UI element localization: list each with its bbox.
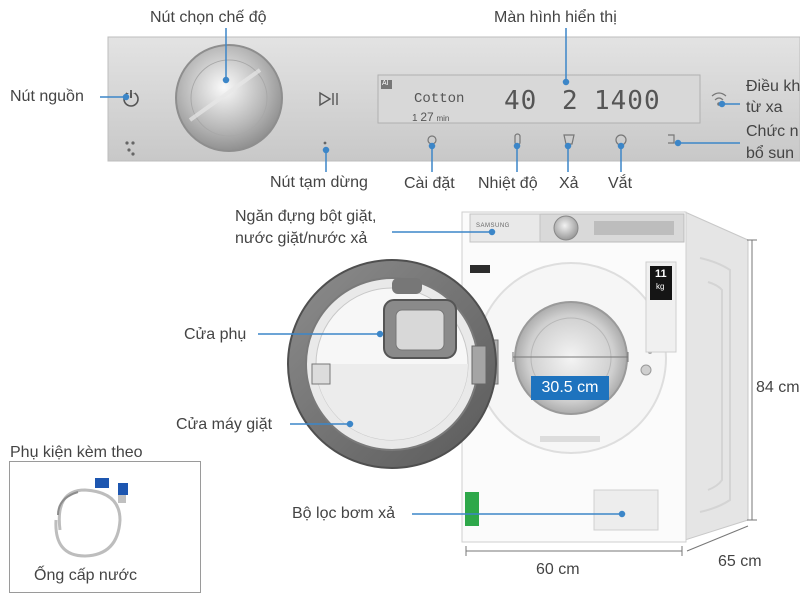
label-remote-line1: Điều khi: [746, 78, 800, 95]
label-rinse: Xả: [559, 175, 579, 192]
display-program: Cotton: [414, 91, 465, 107]
display-temp: 40: [504, 86, 538, 116]
label-pause: Nút tạm dừng: [270, 174, 368, 191]
energy-sticker-unit: kg: [656, 282, 665, 291]
label-temperature: Nhiệt độ: [478, 175, 538, 192]
dimension-depth: 65 cm: [718, 553, 762, 570]
machine-door: [287, 259, 497, 469]
label-settings: Cài đặt: [404, 175, 455, 192]
label-filter: Bộ lọc bơm xả: [292, 505, 395, 522]
label-drawer-line1: Ngăn đựng bột giặt,: [235, 208, 377, 225]
dimension-height: 84 cm: [756, 379, 800, 396]
label-spin: Vắt: [608, 175, 633, 192]
label-addwash-line1: Chức n: [746, 123, 799, 140]
accessory-title: Phụ kiện kèm theo: [10, 444, 143, 461]
brand-logo: SAMSUNG: [476, 223, 510, 229]
label-aux-door: Cửa phụ: [184, 326, 247, 343]
label-main-door: Cửa máy giặt: [176, 416, 273, 433]
label-drawer-line2: nước giặt/nước xả: [235, 230, 368, 247]
dimension-door-width: 30.5 cm: [531, 376, 609, 400]
display-spin: 1400: [594, 86, 661, 116]
display-rinse: 2: [562, 86, 578, 116]
label-addwash-line2: bổ sun: [746, 145, 795, 162]
display-time: 1 27 min: [412, 110, 449, 124]
label-power: Nút nguồn: [10, 88, 84, 105]
dimension-width: 60 cm: [536, 561, 580, 578]
label-mode-knob: Nút chọn chế độ: [150, 9, 267, 26]
display-ai-badge: AI: [382, 80, 389, 87]
display-time-suffix: min: [436, 114, 450, 123]
mode-knob: [175, 44, 283, 152]
label-remote-line2: từ xa: [746, 99, 783, 116]
accessory-item-label: Ống cấp nước: [34, 567, 138, 584]
filter-cover: [593, 489, 659, 531]
energy-sticker-number: 11: [655, 268, 667, 280]
label-display: Màn hình hiển thị: [494, 9, 617, 26]
display-time-value: 27: [420, 110, 434, 124]
display-time-prefix: 1: [412, 113, 418, 124]
